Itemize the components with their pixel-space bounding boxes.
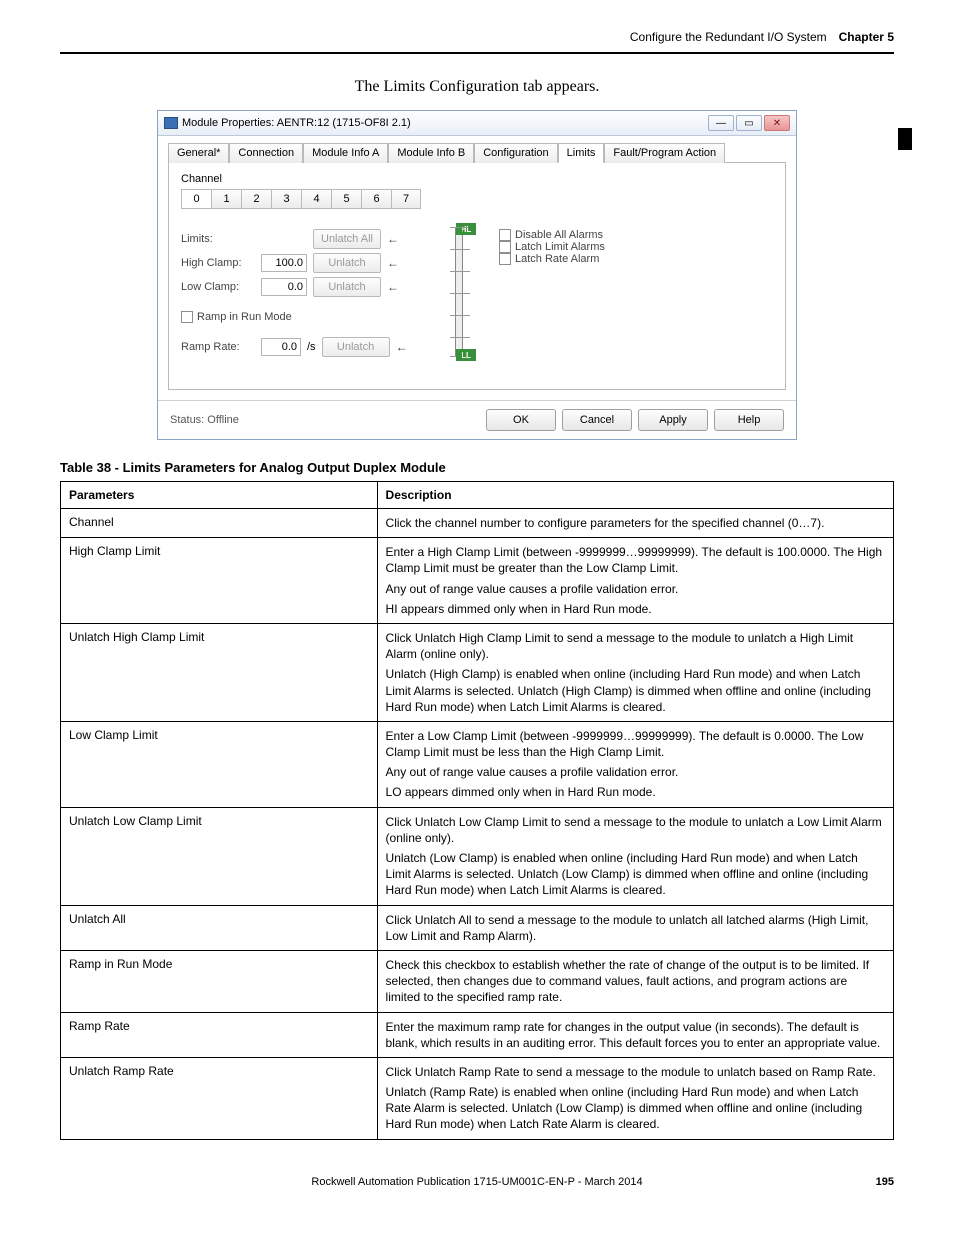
latch-rate-alarm-label: Latch Rate Alarm bbox=[515, 253, 599, 265]
desc-cell: Click Unlatch Ramp Rate to send a messag… bbox=[377, 1057, 893, 1139]
latch-rate-alarm-checkbox[interactable] bbox=[499, 253, 511, 265]
tab-configuration[interactable]: Configuration bbox=[474, 143, 557, 163]
param-cell: Ramp Rate bbox=[61, 1012, 378, 1057]
tab-general[interactable]: General* bbox=[168, 143, 229, 163]
desc-cell: Click Unlatch All to send a message to t… bbox=[377, 905, 893, 950]
desc-cell: Click Unlatch High Clamp Limit to send a… bbox=[377, 623, 893, 721]
tab-module-info-b[interactable]: Module Info B bbox=[388, 143, 474, 163]
publication-id: Rockwell Automation Publication 1715-UM0… bbox=[311, 1176, 642, 1188]
arrow-icon: ← bbox=[387, 256, 399, 270]
low-limit-marker: LL bbox=[456, 349, 476, 361]
ramp-rate-unit: /s bbox=[307, 341, 316, 353]
th-description: Description bbox=[377, 482, 893, 509]
param-cell: Unlatch Low Clamp Limit bbox=[61, 807, 378, 905]
param-cell: Unlatch High Clamp Limit bbox=[61, 623, 378, 721]
unlatch-ramp-button[interactable]: Unlatch bbox=[322, 337, 390, 357]
tab-connection[interactable]: Connection bbox=[229, 143, 303, 163]
channel-label: Channel bbox=[181, 173, 773, 185]
table-row: Unlatch High Clamp LimitClick Unlatch Hi… bbox=[61, 623, 894, 721]
table-title: Table 38 - Limits Parameters for Analog … bbox=[60, 460, 894, 475]
channel-6[interactable]: 6 bbox=[361, 189, 391, 209]
unlatch-all-button[interactable]: Unlatch All bbox=[313, 229, 381, 249]
ramp-rate-input[interactable] bbox=[261, 338, 301, 356]
desc-cell: Check this checkbox to establish whether… bbox=[377, 950, 893, 1012]
channel-selector: 0 1 2 3 4 5 6 7 bbox=[181, 189, 773, 209]
unlatch-high-button[interactable]: Unlatch bbox=[313, 253, 381, 273]
channel-0[interactable]: 0 bbox=[181, 189, 211, 209]
table-row: Ramp in Run ModeCheck this checkbox to e… bbox=[61, 950, 894, 1012]
high-limit-marker: HL bbox=[456, 223, 476, 235]
limits-label: Limits: bbox=[181, 233, 255, 245]
param-cell: High Clamp Limit bbox=[61, 538, 378, 624]
desc-cell: Click Unlatch Low Clamp Limit to send a … bbox=[377, 807, 893, 905]
status-text: Status: Offline bbox=[170, 414, 480, 426]
param-cell: Ramp in Run Mode bbox=[61, 950, 378, 1012]
disable-all-alarms-label: Disable All Alarms bbox=[515, 229, 603, 241]
table-row: High Clamp LimitEnter a High Clamp Limit… bbox=[61, 538, 894, 624]
desc-cell: Enter the maximum ramp rate for changes … bbox=[377, 1012, 893, 1057]
cancel-button[interactable]: Cancel bbox=[562, 409, 632, 431]
page-footer: Rockwell Automation Publication 1715-UM0… bbox=[60, 1176, 894, 1188]
high-clamp-input[interactable] bbox=[261, 254, 307, 272]
channel-4[interactable]: 4 bbox=[301, 189, 331, 209]
ramp-rate-label: Ramp Rate: bbox=[181, 341, 255, 353]
desc-cell: Enter a Low Clamp Limit (between -999999… bbox=[377, 721, 893, 807]
ramp-run-mode-checkbox[interactable] bbox=[181, 311, 193, 323]
limits-gauge: HL LL bbox=[445, 227, 485, 359]
ramp-run-mode-label: Ramp in Run Mode bbox=[197, 311, 292, 323]
th-parameters: Parameters bbox=[61, 482, 378, 509]
header-section: Configure the Redundant I/O System bbox=[630, 30, 827, 44]
tab-strip: General* Connection Module Info A Module… bbox=[158, 136, 796, 162]
dialog-titlebar: Module Properties: AENTR:12 (1715-OF8I 2… bbox=[158, 111, 796, 136]
low-clamp-input[interactable] bbox=[261, 278, 307, 296]
disable-all-alarms-checkbox[interactable] bbox=[499, 229, 511, 241]
figure-caption: The Limits Configuration tab appears. bbox=[60, 78, 894, 96]
arrow-icon: ← bbox=[387, 232, 399, 246]
tab-fault-program-action[interactable]: Fault/Program Action bbox=[604, 143, 725, 163]
param-cell: Unlatch Ramp Rate bbox=[61, 1057, 378, 1139]
side-marker bbox=[898, 128, 912, 150]
channel-3[interactable]: 3 bbox=[271, 189, 301, 209]
apply-button[interactable]: Apply bbox=[638, 409, 708, 431]
arrow-icon: ← bbox=[387, 280, 399, 294]
header-chapter: Chapter 5 bbox=[839, 30, 894, 44]
desc-cell: Enter a High Clamp Limit (between -99999… bbox=[377, 538, 893, 624]
table-row: Ramp RateEnter the maximum ramp rate for… bbox=[61, 1012, 894, 1057]
table-row: ChannelClick the channel number to confi… bbox=[61, 509, 894, 538]
arrow-icon: ← bbox=[396, 340, 408, 354]
unlatch-low-button[interactable]: Unlatch bbox=[313, 277, 381, 297]
channel-2[interactable]: 2 bbox=[241, 189, 271, 209]
table-row: Unlatch Ramp RateClick Unlatch Ramp Rate… bbox=[61, 1057, 894, 1139]
desc-cell: Click the channel number to configure pa… bbox=[377, 509, 893, 538]
table-row: Low Clamp LimitEnter a Low Clamp Limit (… bbox=[61, 721, 894, 807]
latch-limit-alarms-checkbox[interactable] bbox=[499, 241, 511, 253]
page-header: Configure the Redundant I/O System Chapt… bbox=[60, 0, 894, 54]
parameters-table: Parameters Description ChannelClick the … bbox=[60, 481, 894, 1140]
param-cell: Unlatch All bbox=[61, 905, 378, 950]
limits-tab-panel: Channel 0 1 2 3 4 5 6 7 Limits: Unlatch … bbox=[168, 162, 786, 390]
param-cell: Low Clamp Limit bbox=[61, 721, 378, 807]
low-clamp-label: Low Clamp: bbox=[181, 281, 255, 293]
param-cell: Channel bbox=[61, 509, 378, 538]
app-icon bbox=[164, 117, 178, 129]
close-button[interactable]: ✕ bbox=[764, 115, 790, 131]
tab-module-info-a[interactable]: Module Info A bbox=[303, 143, 388, 163]
dialog-footer: Status: Offline OK Cancel Apply Help bbox=[158, 400, 796, 439]
table-row: Unlatch Low Clamp LimitClick Unlatch Low… bbox=[61, 807, 894, 905]
minimize-button[interactable]: — bbox=[708, 115, 734, 131]
help-button[interactable]: Help bbox=[714, 409, 784, 431]
maximize-button[interactable]: ▭ bbox=[736, 115, 762, 131]
channel-7[interactable]: 7 bbox=[391, 189, 421, 209]
ok-button[interactable]: OK bbox=[486, 409, 556, 431]
high-clamp-label: High Clamp: bbox=[181, 257, 255, 269]
tab-limits[interactable]: Limits bbox=[558, 143, 605, 163]
module-properties-dialog: Module Properties: AENTR:12 (1715-OF8I 2… bbox=[157, 110, 797, 440]
page-number: 195 bbox=[876, 1176, 894, 1188]
latch-limit-alarms-label: Latch Limit Alarms bbox=[515, 241, 605, 253]
dialog-title: Module Properties: AENTR:12 (1715-OF8I 2… bbox=[182, 117, 411, 129]
channel-1[interactable]: 1 bbox=[211, 189, 241, 209]
channel-5[interactable]: 5 bbox=[331, 189, 361, 209]
table-row: Unlatch AllClick Unlatch All to send a m… bbox=[61, 905, 894, 950]
